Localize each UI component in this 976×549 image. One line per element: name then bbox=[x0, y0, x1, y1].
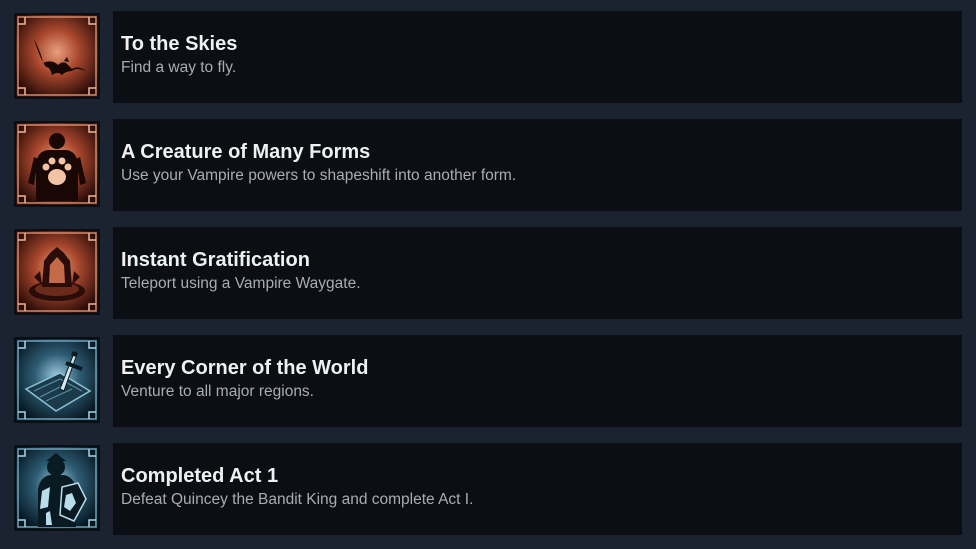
achievement-icon-frame bbox=[14, 229, 100, 315]
shapeshift-paw-icon bbox=[16, 123, 98, 205]
achievement-title: To the Skies bbox=[121, 33, 238, 55]
waygate-icon bbox=[16, 231, 98, 313]
achievement-panel: Instant Gratification Teleport using a V… bbox=[113, 227, 962, 319]
achievement-row[interactable]: A Creature of Many Forms Use your Vampir… bbox=[12, 119, 964, 211]
bandit-king-icon bbox=[16, 447, 98, 529]
achievement-title: Instant Gratification bbox=[121, 249, 310, 271]
achievement-panel: A Creature of Many Forms Use your Vampir… bbox=[113, 119, 962, 211]
achievement-panel: Every Corner of the World Venture to all… bbox=[113, 335, 962, 427]
achievement-title: Every Corner of the World bbox=[121, 357, 369, 379]
achievement-row[interactable]: To the Skies Find a way to fly. bbox=[12, 11, 964, 103]
achievement-row[interactable]: Completed Act 1 Defeat Quincey the Bandi… bbox=[12, 443, 964, 535]
map-sword-icon bbox=[16, 339, 98, 421]
bat-icon bbox=[16, 15, 98, 97]
achievement-description: Find a way to fly. bbox=[121, 59, 237, 76]
achievement-description: Defeat Quincey the Bandit King and compl… bbox=[121, 491, 474, 508]
achievement-icon-frame bbox=[14, 13, 100, 99]
achievement-description: Venture to all major regions. bbox=[121, 383, 314, 400]
achievement-icon-frame bbox=[14, 445, 100, 531]
achievement-row[interactable]: Instant Gratification Teleport using a V… bbox=[12, 227, 964, 319]
achievement-list: To the Skies Find a way to fly. A Creatu… bbox=[0, 0, 976, 549]
achievement-title: Completed Act 1 bbox=[121, 465, 279, 487]
achievement-description: Teleport using a Vampire Waygate. bbox=[121, 275, 361, 292]
achievement-description: Use your Vampire powers to shapeshift in… bbox=[121, 167, 517, 184]
achievement-icon-frame bbox=[14, 337, 100, 423]
achievement-panel: Completed Act 1 Defeat Quincey the Bandi… bbox=[113, 443, 962, 535]
achievement-title: A Creature of Many Forms bbox=[121, 141, 371, 163]
achievement-icon-frame bbox=[14, 121, 100, 207]
achievement-row[interactable]: Every Corner of the World Venture to all… bbox=[12, 335, 964, 427]
achievement-panel: To the Skies Find a way to fly. bbox=[113, 11, 962, 103]
